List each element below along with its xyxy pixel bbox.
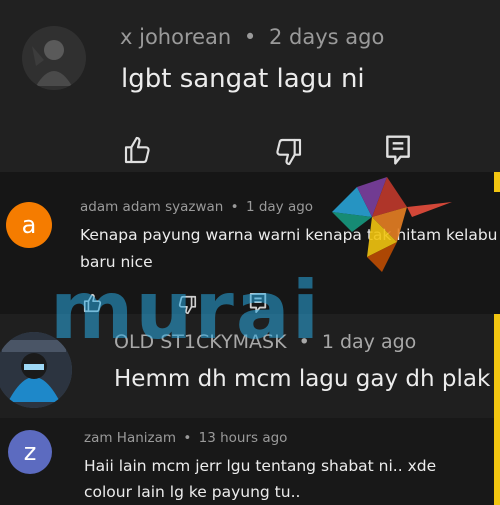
- comment-time[interactable]: 13 hours ago: [199, 430, 288, 446]
- avatar-image: [22, 26, 86, 90]
- comment-2: a adam adam syazwan • 1 day ago Kenapa p…: [0, 172, 500, 314]
- comment-time[interactable]: 2 days ago: [269, 25, 384, 49]
- comment-author[interactable]: zam Hanizam: [84, 430, 176, 446]
- comment-text: Haii lain mcm jerr lgu tentang shabat ni…: [84, 457, 437, 501]
- comment-author[interactable]: adam adam syazwan: [80, 199, 223, 215]
- avatar-letter: z: [23, 438, 37, 466]
- comment-author[interactable]: OLD ST1CKYMASK: [114, 331, 287, 353]
- comment-meta: adam adam syazwan • 1 day ago: [80, 199, 313, 215]
- comment-time[interactable]: 1 day ago: [322, 331, 416, 353]
- avatar-image: [0, 332, 72, 408]
- thumbs-up-icon[interactable]: [122, 134, 154, 166]
- meta-separator: •: [230, 199, 239, 215]
- comment-4: z zam Hanizam • 13 hours ago Haii lain m…: [0, 418, 500, 505]
- comment-text: lgbt sangat lagu ni: [121, 64, 365, 94]
- comment-author[interactable]: x johorean: [120, 25, 231, 49]
- comment-meta: zam Hanizam • 13 hours ago: [84, 430, 287, 446]
- meta-separator: •: [183, 430, 192, 446]
- meta-separator: •: [243, 25, 257, 49]
- thumbs-down-icon[interactable]: [176, 294, 198, 314]
- reply-comment-icon[interactable]: [248, 292, 268, 314]
- accent-strip: [494, 314, 500, 418]
- avatar[interactable]: a: [6, 202, 52, 248]
- thumbs-down-icon[interactable]: [272, 136, 304, 168]
- comment-1: x johorean • 2 days ago lgbt sangat lagu…: [0, 0, 500, 172]
- avatar[interactable]: [22, 26, 86, 90]
- comment-text: Hemm dh mcm lagu gay dh plak: [114, 366, 491, 392]
- avatar[interactable]: [0, 332, 72, 408]
- comment-meta: x johorean • 2 days ago: [120, 25, 384, 49]
- comment-text: Kenapa payung warna warni kenapa tak hit…: [80, 226, 498, 271]
- avatar[interactable]: z: [8, 430, 52, 474]
- reply-comment-icon[interactable]: [383, 134, 413, 166]
- accent-strip: [494, 172, 500, 192]
- comment-time[interactable]: 1 day ago: [246, 199, 313, 215]
- comment-meta: OLD ST1CKYMASK • 1 day ago: [114, 331, 416, 353]
- thumbs-up-icon[interactable]: [82, 292, 104, 314]
- comment-3: OLD ST1CKYMASK • 1 day ago Hemm dh mcm l…: [0, 314, 500, 418]
- avatar-letter: a: [21, 211, 37, 239]
- accent-strip: [494, 418, 500, 505]
- meta-separator: •: [298, 331, 310, 353]
